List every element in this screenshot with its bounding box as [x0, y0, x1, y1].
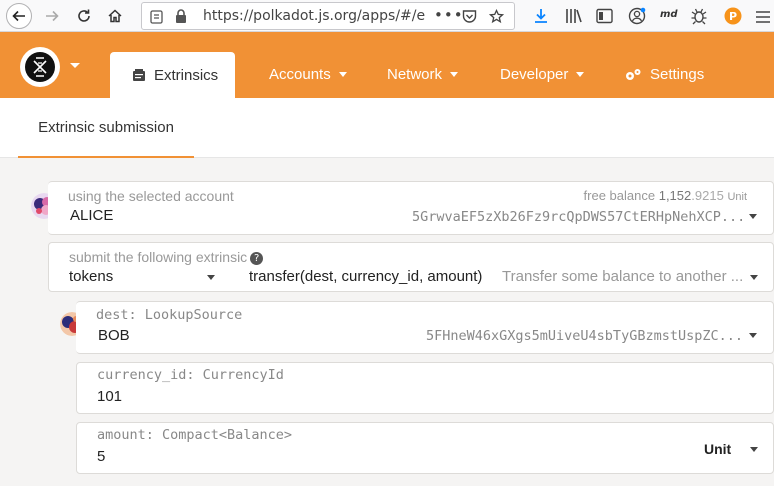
module-select[interactable]: tokens — [69, 268, 113, 285]
download-icon[interactable] — [533, 8, 549, 24]
lock-icon — [176, 9, 186, 23]
polkadot-extension-icon[interactable]: P — [724, 7, 742, 25]
method-chevron-down-icon[interactable] — [750, 275, 758, 280]
account-label: using the selected account — [68, 188, 234, 204]
free-balance: free balance 1,152.9215 Unit — [583, 188, 747, 203]
url-text: https://polkadot.js.org/apps/#/e — [203, 8, 426, 24]
sidebar-icon[interactable] — [596, 8, 613, 24]
library-icon[interactable] — [565, 8, 583, 24]
app-header: Extrinsics Accounts Network Developer Se… — [0, 32, 774, 98]
reload-button[interactable] — [72, 4, 96, 28]
back-arrow-icon — [12, 10, 25, 22]
tab-extrinsics-label: Extrinsics — [154, 66, 219, 84]
dest-param[interactable]: dest: LookupSource BOB 5FHneW46xGXgs5mUi… — [76, 301, 774, 354]
amount-unit-select[interactable]: Unit — [704, 441, 731, 457]
currency-id-input[interactable]: 101 — [97, 388, 122, 405]
svg-text:P: P — [729, 10, 737, 23]
forward-button[interactable] — [40, 4, 64, 28]
menu-icon[interactable] — [756, 11, 770, 23]
extrinsics-icon — [133, 69, 145, 81]
currency-id-param: currency_id: CurrencyId 101 — [76, 362, 774, 414]
module-chevron-down-icon[interactable] — [207, 275, 215, 280]
nav-settings[interactable]: Settings — [624, 66, 704, 83]
url-bar[interactable]: https://polkadot.js.org/apps/#/e ••• — [141, 2, 515, 30]
account-icon[interactable] — [628, 7, 646, 25]
nav-accounts-label: Accounts — [269, 66, 331, 83]
nav-accounts[interactable]: Accounts — [269, 66, 347, 83]
reload-icon — [78, 9, 90, 22]
unit-chevron-down-icon[interactable] — [750, 447, 758, 452]
home-button[interactable] — [103, 4, 127, 28]
pocket-icon[interactable] — [462, 9, 477, 24]
bookmark-star-icon[interactable] — [489, 9, 504, 24]
more-actions-icon[interactable]: ••• — [434, 6, 464, 24]
amount-input[interactable]: 5 — [97, 448, 105, 465]
markdown-extension-icon[interactable]: md — [660, 9, 678, 20]
home-icon — [108, 9, 122, 23]
chain-dropdown-caret-icon[interactable] — [70, 63, 80, 68]
account-name: ALICE — [70, 207, 114, 224]
chevron-down-icon — [576, 72, 585, 77]
account-address: 5GrwvaEF5zXb26Fz9rcQpDWS57CtERHpNehXCP..… — [412, 209, 746, 225]
nav-developer-label: Developer — [500, 66, 569, 83]
method-select[interactable]: transfer(dest, currency_id, amount) — [249, 268, 485, 285]
browser-toolbar: https://polkadot.js.org/apps/#/e ••• md … — [0, 0, 774, 32]
nav-network[interactable]: Network — [387, 66, 459, 83]
bug-extension-icon[interactable] — [690, 7, 708, 25]
chevron-down-icon — [338, 72, 347, 77]
account-selector[interactable]: using the selected account free balance … — [48, 181, 774, 235]
chevron-down-icon — [749, 333, 757, 338]
back-button[interactable] — [6, 3, 32, 29]
chevron-down-icon — [749, 214, 757, 219]
help-icon[interactable]: ? — [250, 252, 264, 265]
extrinsic-selector: submit the following extrinsic? tokens t… — [48, 242, 774, 292]
forward-arrow-icon — [46, 10, 59, 22]
dest-label: dest: LookupSource — [96, 307, 243, 323]
gears-icon — [626, 68, 641, 80]
nav-developer[interactable]: Developer — [500, 66, 585, 83]
currency-id-label: currency_id: CurrencyId — [97, 367, 284, 383]
logo-icon — [25, 52, 55, 82]
method-description: Transfer some balance to another ... — [502, 268, 744, 285]
nav-settings-label: Settings — [650, 66, 705, 83]
dest-address: 5FHneW46xGXgs5mUiveU4sbTyGBzmstUspZC... — [426, 328, 743, 344]
tab-extrinsics[interactable]: Extrinsics — [110, 52, 235, 98]
chevron-down-icon — [450, 72, 459, 77]
amount-param: amount: Compact<Balance> 5 Unit — [76, 422, 774, 474]
extrinsic-label: submit the following extrinsic? — [69, 249, 264, 265]
amount-label: amount: Compact<Balance> — [97, 427, 293, 443]
sub-navigation: Extrinsic submission — [0, 98, 774, 158]
chain-logo[interactable] — [20, 47, 60, 87]
tab-extrinsic-submission[interactable]: Extrinsic submission — [18, 98, 194, 158]
nav-network-label: Network — [387, 66, 443, 83]
dest-account-name: BOB — [98, 327, 130, 344]
page-info-icon — [150, 10, 163, 24]
